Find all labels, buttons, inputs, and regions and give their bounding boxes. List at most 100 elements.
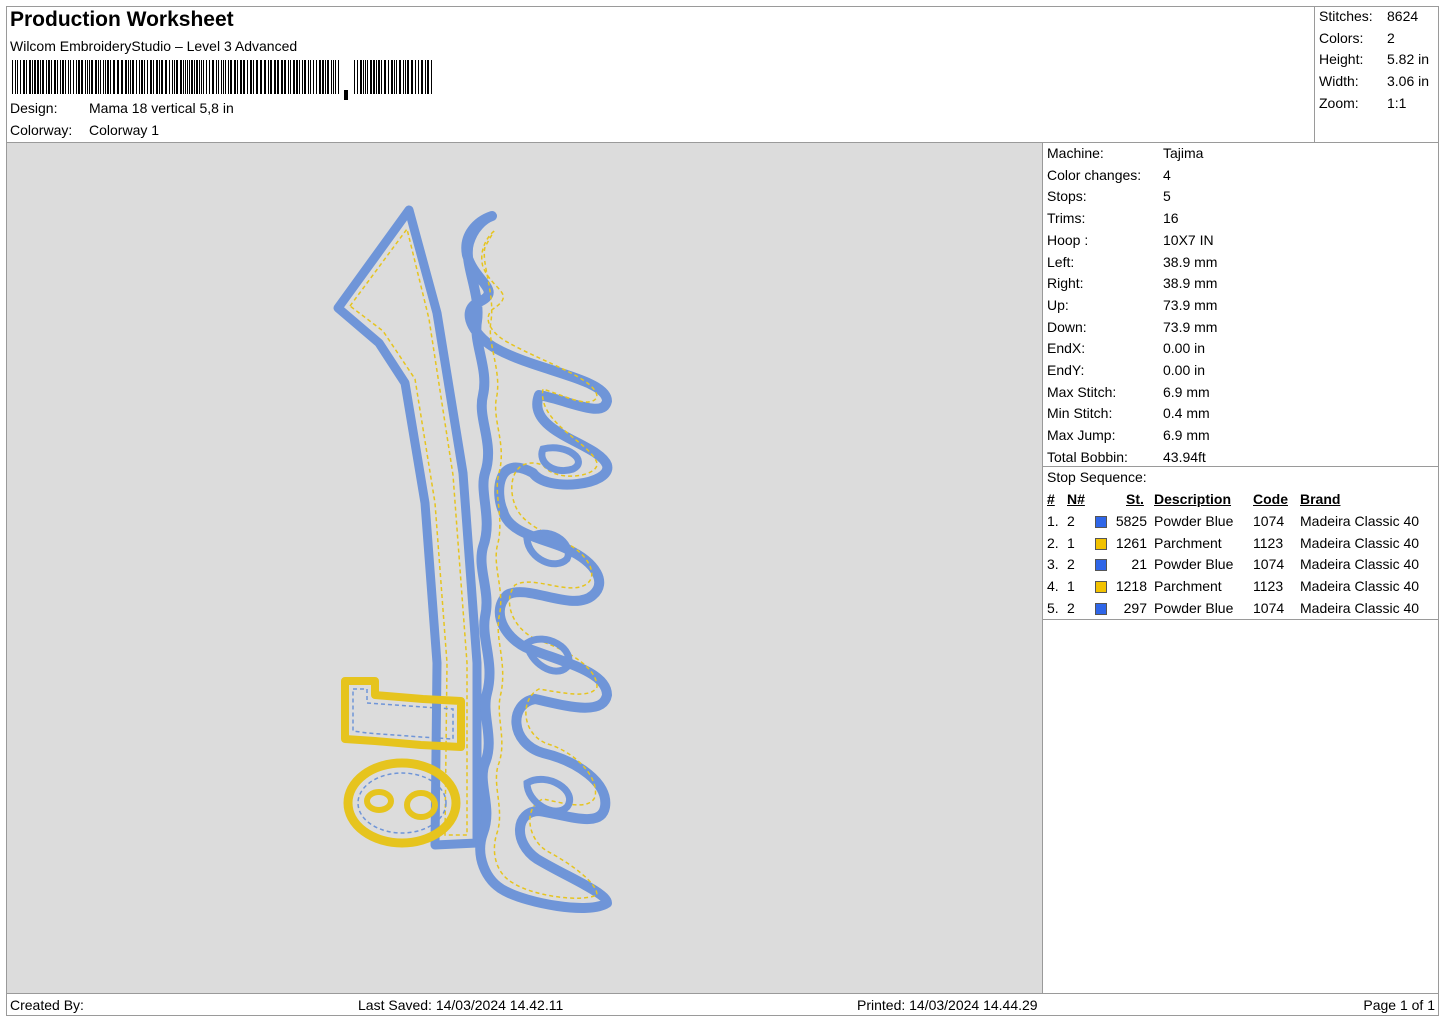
software-name: Wilcom EmbroideryStudio – Level 3 Advanc… xyxy=(10,38,298,54)
info-value: 38.9 mm xyxy=(1163,275,1218,292)
info-label: Trims: xyxy=(1047,210,1086,227)
stat-label: Stitches: xyxy=(1319,8,1373,24)
row-code: 1074 xyxy=(1253,513,1285,529)
machine-info-row: EndX: 0.00 in xyxy=(1047,340,1205,358)
stat-value: 5.82 in xyxy=(1387,51,1430,67)
embroidery-design xyxy=(333,205,613,913)
row-brand: Madeira Classic 40 xyxy=(1300,534,1420,551)
info-label: Max Jump: xyxy=(1047,427,1116,444)
machine-info-panel: Stop Sequence: # N# St. Description Code… xyxy=(1042,143,1439,993)
info-label: Max Stitch: xyxy=(1047,383,1117,400)
mama-script xyxy=(461,211,613,913)
machine-info-row: Stops: 5 xyxy=(1047,188,1171,206)
row-description: Powder Blue xyxy=(1154,556,1234,573)
row-description: Parchment xyxy=(1154,578,1222,595)
machine-info-row: Right: 38.9 mm xyxy=(1047,275,1217,293)
info-label: Down: xyxy=(1047,318,1087,335)
printed-date: Printed: 14/03/2024 14.44.29 xyxy=(857,997,1038,1013)
row-stitches: 5825 xyxy=(1115,513,1147,529)
row-code: 1074 xyxy=(1253,599,1285,616)
info-value: 73.9 mm xyxy=(1163,296,1218,313)
machine-info-row: Color changes: 4 xyxy=(1047,167,1171,185)
stat-label: Height: xyxy=(1319,51,1364,67)
row-brand: Madeira Classic 40 xyxy=(1300,578,1420,595)
machine-info-row: Trims: 16 xyxy=(1047,210,1179,228)
machine-info-row: Max Jump: 6.9 mm xyxy=(1047,427,1210,445)
row-brand: Madeira Classic 40 xyxy=(1300,513,1420,529)
stat-label: Width: xyxy=(1319,73,1359,89)
info-value: 16 xyxy=(1163,210,1179,227)
colorway-label: Colorway: xyxy=(10,122,73,138)
row-num: 3. xyxy=(1047,556,1059,573)
stat-colors: Colors: 2 xyxy=(1319,30,1395,48)
worksheet-footer: Created By: Last Saved: 14/03/2024 14.42… xyxy=(6,993,1439,1016)
thread-color-swatch xyxy=(1095,602,1107,615)
info-label: EndX: xyxy=(1047,340,1086,357)
created-by: Created By: xyxy=(10,997,84,1013)
info-value: 43.94ft xyxy=(1163,448,1206,465)
col-header-num: # xyxy=(1047,491,1055,507)
info-value: Tajima xyxy=(1163,145,1204,161)
stat-width: Width: 3.06 in xyxy=(1319,73,1429,91)
stat-value: 1:1 xyxy=(1387,95,1407,111)
divider xyxy=(1043,619,1439,620)
design-label: Design: xyxy=(10,100,58,116)
thread-color-swatch xyxy=(1095,581,1107,594)
machine-info-row: Up: 73.9 mm xyxy=(1047,297,1217,315)
row-needle: 2 xyxy=(1067,556,1075,573)
number-18 xyxy=(341,677,465,848)
col-header-stitches: St. xyxy=(1126,491,1144,507)
info-label: Up: xyxy=(1047,296,1069,313)
machine-info-row: Machine: Tajima xyxy=(1047,145,1203,163)
info-label: Machine: xyxy=(1047,145,1104,161)
info-value: 10X7 IN xyxy=(1163,231,1214,248)
info-value: 0.00 in xyxy=(1163,340,1206,357)
design-row: Design: Mama 18 vertical 5,8 in xyxy=(10,100,234,116)
stat-value: 8624 xyxy=(1387,8,1419,24)
worksheet-header: Production Worksheet Wilcom EmbroiderySt… xyxy=(6,6,1315,143)
info-label: Total Bobbin: xyxy=(1047,448,1128,465)
row-code: 1123 xyxy=(1253,578,1284,595)
barcode xyxy=(12,60,432,100)
col-header-description: Description xyxy=(1154,491,1232,507)
info-label: Hoop : xyxy=(1047,231,1089,248)
info-value: 4 xyxy=(1163,166,1171,183)
stat-value: 2 xyxy=(1387,30,1395,46)
colorway-row: Colorway: Colorway 1 xyxy=(10,122,159,138)
row-needle: 1 xyxy=(1067,534,1075,551)
row-brand: Madeira Classic 40 xyxy=(1300,599,1420,616)
info-value: 73.9 mm xyxy=(1163,318,1218,335)
machine-info-row: Left: 38.9 mm xyxy=(1047,254,1217,272)
info-value: 5 xyxy=(1163,188,1171,205)
info-value: 0.00 in xyxy=(1163,362,1206,378)
stat-zoom: Zoom: 1:1 xyxy=(1319,95,1406,113)
info-value: 38.9 mm xyxy=(1163,253,1218,270)
row-description: Powder Blue xyxy=(1154,599,1234,616)
thread-color-swatch xyxy=(1095,516,1107,528)
machine-info-row: Down: 73.9 mm xyxy=(1047,319,1217,337)
row-stitches: 1261 xyxy=(1115,534,1147,551)
colorway-value: Colorway 1 xyxy=(89,122,160,138)
machine-info-row: Min Stitch: 0.4 mm xyxy=(1047,405,1210,423)
design-value: Mama 18 vertical 5,8 in xyxy=(89,100,234,116)
info-value: 6.9 mm xyxy=(1163,383,1210,400)
page-title: Production Worksheet xyxy=(10,8,234,31)
info-label: Min Stitch: xyxy=(1047,405,1113,422)
row-code: 1123 xyxy=(1253,534,1284,551)
machine-info-row: Max Stitch: 6.9 mm xyxy=(1047,384,1210,402)
stat-label: Colors: xyxy=(1319,30,1364,46)
row-description: Parchment xyxy=(1154,534,1222,551)
info-label: Color changes: xyxy=(1047,166,1142,183)
page-number: Page 1 of 1 xyxy=(1363,997,1435,1013)
row-description: Powder Blue xyxy=(1154,513,1234,529)
design-preview xyxy=(7,143,1042,993)
row-needle: 2 xyxy=(1067,599,1075,616)
last-saved: Last Saved: 14/03/2024 14.42.11 xyxy=(358,997,564,1013)
row-needle: 1 xyxy=(1067,578,1075,595)
stat-height: Height: 5.82 in xyxy=(1319,51,1429,69)
col-header-code: Code xyxy=(1253,491,1288,507)
machine-info-row: EndY: 0.00 in xyxy=(1047,362,1205,380)
row-num: 4. xyxy=(1047,578,1059,595)
thread-color-swatch xyxy=(1095,537,1107,550)
row-code: 1074 xyxy=(1253,556,1285,573)
